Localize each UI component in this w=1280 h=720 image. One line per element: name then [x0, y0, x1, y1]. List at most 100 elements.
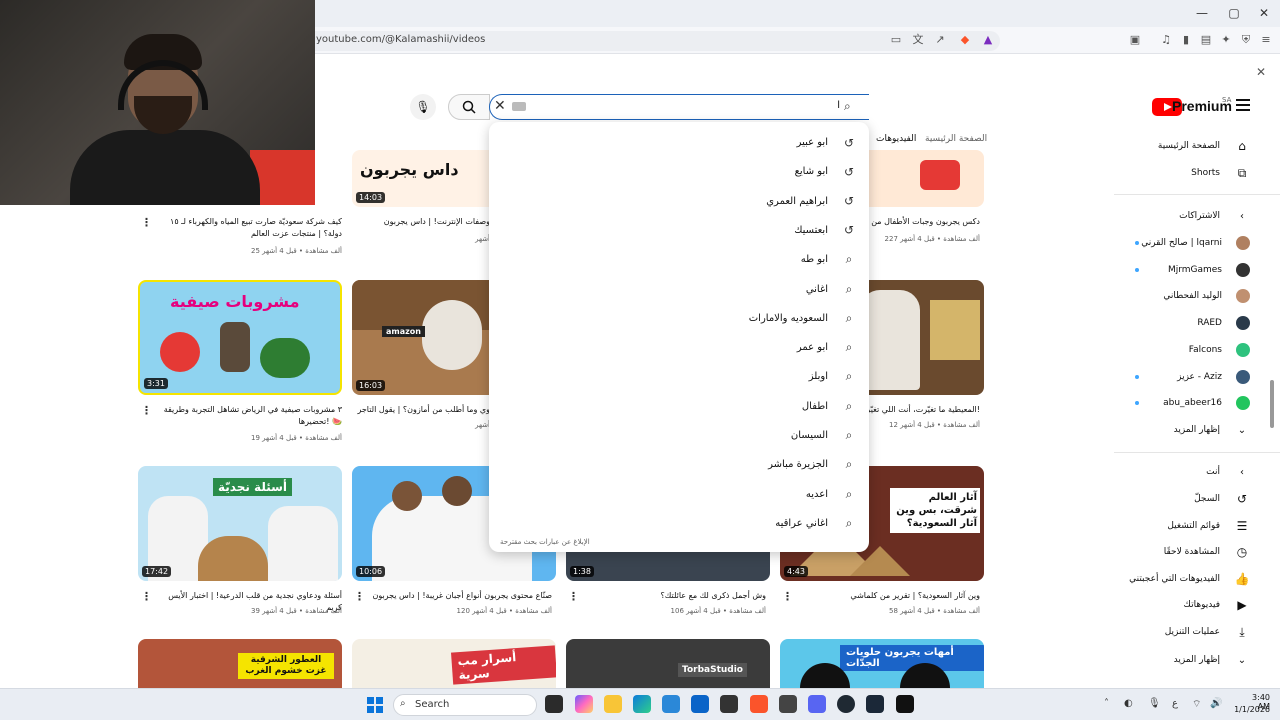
subscriptions-show-more[interactable]: إظهار المزيد ⌄ — [1174, 420, 1250, 440]
sidebar-you-item[interactable]: المشاهدة لاحقًا ◷ — [1164, 542, 1250, 562]
translate-icon[interactable]: 文 — [910, 33, 926, 47]
sidebar-item-home[interactable]: الصفحة الرئيسية ⌂ — [1158, 136, 1250, 156]
more-options-icon[interactable]: ⋮ — [141, 590, 152, 603]
tab-videos[interactable]: الفيديوهات — [876, 134, 916, 144]
minimize-button[interactable]: — — [1188, 4, 1216, 22]
search-suggestion[interactable]: ابعتسيك ↺ — [510, 216, 856, 245]
search-suggestion[interactable]: اطفال ⌕ — [510, 392, 856, 421]
brave-rewards-icon[interactable]: ▲ — [980, 33, 996, 47]
close-button[interactable]: ✕ — [1250, 4, 1278, 22]
sidebar-subscription[interactable]: MjrmGames — [1168, 260, 1250, 280]
menu-icon[interactable]: ≡ — [1258, 33, 1274, 47]
search-suggestion[interactable]: السعوديه والامارات ⌕ — [510, 304, 856, 333]
store-icon[interactable] — [662, 695, 680, 713]
brave-shield-icon[interactable]: ◆ — [957, 33, 973, 47]
vpn-icon[interactable]: ⛨ — [1238, 33, 1254, 47]
cast-icon[interactable]: ▭ — [888, 33, 904, 47]
microphone-icon[interactable]: 🎙 — [1148, 698, 1161, 709]
wallet-icon[interactable]: ▤ — [1198, 33, 1214, 47]
copilot-icon[interactable] — [575, 695, 593, 713]
report-suggestions-link[interactable]: الإبلاغ عن عبارات بحث مقترحة — [500, 538, 590, 546]
leo-ai-icon[interactable]: ✦ — [1218, 33, 1234, 47]
video-title[interactable]: وش أجمل ذكرى لك مع عائلتك؟ — [576, 590, 766, 602]
close-panel-icon[interactable]: ✕ — [1256, 65, 1266, 79]
hamburger-menu-icon[interactable] — [1236, 99, 1250, 111]
tray-overflow-icon[interactable]: ˄ — [1104, 698, 1109, 709]
subscriptions-heading[interactable]: الاشتراكات ‹ — [1179, 206, 1250, 226]
keyboard-icon[interactable] — [512, 102, 526, 111]
file-explorer-icon[interactable] — [604, 695, 622, 713]
more-options-icon[interactable]: ⋮ — [782, 590, 793, 603]
you-heading[interactable]: أنت ‹ — [1206, 462, 1250, 482]
video-thumbnail[interactable]: TorbaStudio — [566, 639, 770, 688]
app-icon[interactable] — [779, 695, 797, 713]
sidebar-subscription[interactable]: صالح القرني | lqarni — [1141, 233, 1250, 253]
sidebar-subscription[interactable]: عزيز - Aziz — [1177, 367, 1250, 387]
url-text[interactable]: youtube.com/@Kalamashii/videos — [316, 34, 485, 45]
sidebar-you-item[interactable]: عمليات التنزيل ⤓ — [1165, 622, 1250, 642]
search-suggestion[interactable]: اعديه ⌕ — [510, 480, 856, 509]
sidebar-you-item[interactable]: الفيديوهات التي أعجبتني 👍 — [1129, 569, 1250, 589]
search-input-value[interactable]: ا — [826, 100, 840, 111]
discord-icon[interactable] — [808, 695, 826, 713]
edge-icon[interactable] — [633, 695, 651, 713]
search-suggestion[interactable]: السيسان ⌕ — [510, 421, 856, 450]
tab-home[interactable]: الصفحة الرئيسية — [925, 134, 987, 144]
sidebar-you-item[interactable]: قوائم التشغيل ☰ — [1167, 516, 1250, 536]
video-thumbnail[interactable]: أمهات يجربون حلويات الجدّات — [780, 639, 984, 688]
sidebar-toggle-icon[interactable]: ▣ — [1127, 33, 1143, 47]
sidebar-subscription[interactable]: RAED — [1197, 313, 1250, 333]
app-icon[interactable] — [720, 695, 738, 713]
more-options-icon[interactable]: ⋮ — [354, 590, 365, 603]
search-suggestion[interactable]: الجزيرة مباشر ⌕ — [510, 450, 856, 479]
search-suggestion[interactable]: اغاني ⌕ — [510, 275, 856, 304]
video-thumbnail[interactable]: أسرار مب سرية — [352, 639, 556, 688]
network-icon[interactable]: ⌔ — [1192, 698, 1201, 711]
search-suggestion[interactable]: اوبلز ⌕ — [510, 362, 856, 391]
more-options-icon[interactable]: ⋮ — [568, 590, 579, 603]
music-icon[interactable]: ♫ — [1158, 33, 1174, 47]
video-title[interactable]: صنّاع محتوى يجربون أنواع أجبان غريبة! | … — [362, 590, 552, 602]
more-options-icon[interactable]: ⋮ — [141, 404, 152, 417]
video-thumbnail[interactable]: أسئلة نجديّة 17:42 — [138, 466, 342, 581]
video-thumbnail[interactable]: 1:38 — [566, 548, 770, 581]
clock-date[interactable]: 1/1/2026 — [1232, 705, 1270, 714]
search-suggestion[interactable]: ابو عمر ⌕ — [510, 333, 856, 362]
voice-search-button[interactable]: 🎙 — [410, 94, 436, 120]
language-indicator[interactable]: ع — [1172, 698, 1178, 709]
share-icon[interactable]: ↗ — [932, 33, 948, 47]
more-options-icon[interactable]: ⋮ — [141, 216, 152, 229]
search-button[interactable] — [448, 94, 490, 120]
search-suggestion[interactable]: ابو عبير ↺ — [510, 128, 856, 157]
video-title[interactable]: ٣ مشروبات صيفية في الرياض تشاهل التجربة … — [152, 404, 342, 428]
sidebar-item-shorts[interactable]: Shorts ⧉ — [1191, 163, 1250, 183]
search-input[interactable] — [489, 94, 869, 120]
video-thumbnail[interactable]: مشروبات صيفية 3:31 — [138, 280, 342, 395]
page-scrollbar[interactable] — [1270, 380, 1274, 428]
sidebar-you-item[interactable]: السجلّ ↺ — [1194, 489, 1250, 509]
reading-list-icon[interactable]: ▮ — [1178, 33, 1194, 47]
search-by-image-icon[interactable]: ⌕ — [844, 99, 851, 114]
outlook-icon[interactable] — [691, 695, 709, 713]
search-suggestion[interactable]: ابراهيم العمري ↺ — [510, 187, 856, 216]
steam-icon[interactable] — [866, 695, 884, 713]
app-tray-icon[interactable]: ◐ — [1124, 698, 1133, 709]
search-suggestion[interactable]: ابو طه ⌕ — [510, 245, 856, 274]
sidebar-subscription[interactable]: Falcons — [1189, 340, 1250, 360]
obs-icon[interactable] — [837, 695, 855, 713]
sidebar-subscription[interactable]: abu_abeer16 — [1163, 393, 1250, 413]
clear-search-icon[interactable]: ✕ — [494, 98, 506, 114]
video-title[interactable]: وين آثار السعودية؟ | تقرير من كلماشي — [790, 590, 980, 602]
video-thumbnail[interactable]: العطور الشرقية غزت خشوم الغرب — [138, 639, 342, 688]
sidebar-subscription[interactable]: الوليد الفحطاني — [1163, 286, 1250, 306]
you-show-more[interactable]: إظهار المزيد ⌄ — [1174, 650, 1250, 670]
windows-start-icon[interactable] — [367, 697, 383, 713]
brave-icon[interactable] — [750, 695, 768, 713]
video-title[interactable]: كيف شركة سعوديّة صارت تبيع المياه والكهر… — [152, 216, 342, 240]
sidebar-you-item[interactable]: فيديوهاتك ▶ — [1184, 595, 1250, 615]
task-view-icon[interactable] — [545, 695, 563, 713]
search-suggestion[interactable]: ابو شايع ↺ — [510, 157, 856, 186]
maximize-button[interactable]: ▢ — [1220, 4, 1248, 22]
volume-icon[interactable]: 🔊 — [1210, 698, 1222, 709]
epic-games-icon[interactable] — [896, 695, 914, 713]
